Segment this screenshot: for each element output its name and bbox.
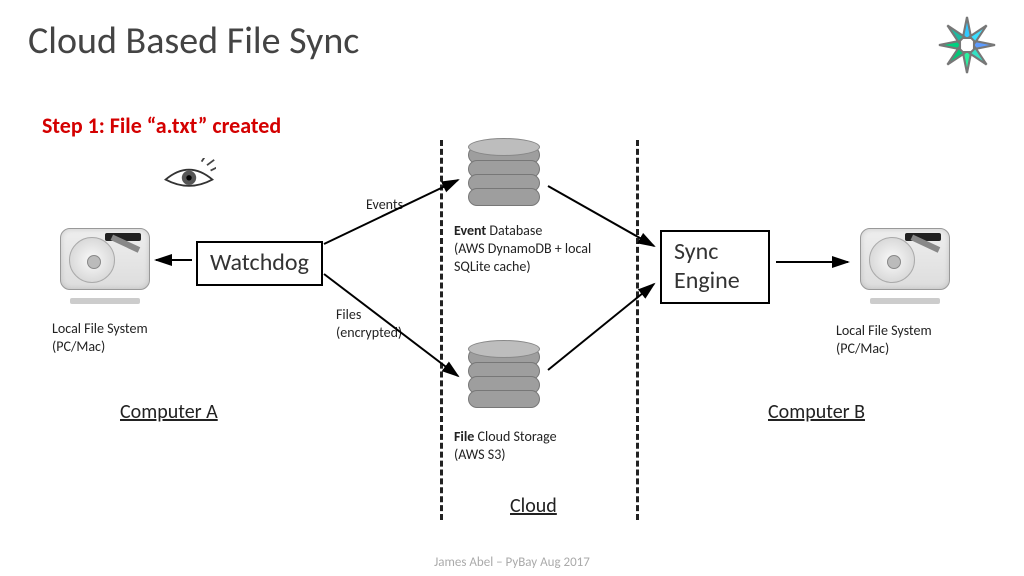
- local-fs-b-label: Local File System (PC/Mac): [836, 322, 932, 358]
- section-computer-b: Computer B: [768, 400, 865, 424]
- sync-engine-box: Sync Engine: [660, 230, 770, 304]
- local-fs-a-label: Local File System (PC/Mac): [52, 320, 148, 356]
- database-icon: [468, 352, 540, 424]
- section-computer-a: Computer A: [120, 400, 218, 424]
- eye-icon: [162, 158, 216, 192]
- event-db-label: Event Database (AWS DynamoDB + local SQL…: [454, 222, 624, 277]
- section-cloud: Cloud: [510, 494, 557, 518]
- divider-right: [636, 140, 639, 520]
- files-label: Files (encrypted): [336, 306, 402, 342]
- divider-left: [440, 140, 443, 520]
- watchdog-box: Watchdog: [196, 241, 323, 286]
- harddrive-icon: [60, 228, 150, 298]
- diagram-container: Local File System (PC/Mac) Watchdog Comp…: [0, 0, 1024, 576]
- database-icon: [468, 150, 540, 222]
- events-label: Events: [366, 196, 403, 214]
- file-storage-label: File Cloud Storage (AWS S3): [454, 428, 624, 464]
- harddrive-icon: [860, 228, 950, 298]
